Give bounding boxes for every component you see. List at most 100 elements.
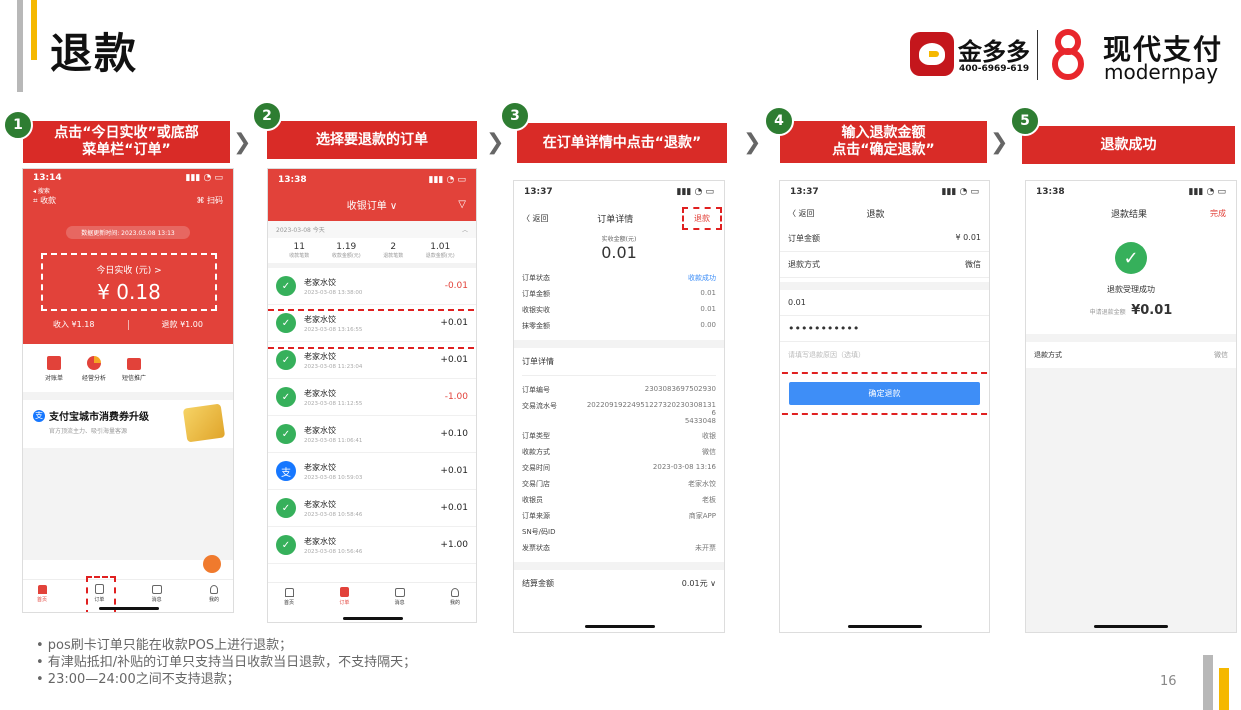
- detail-value: 0.01: [700, 305, 716, 313]
- paid-amount-label: 实收金额(元): [601, 236, 637, 243]
- detail-key: 订单金额: [522, 290, 550, 298]
- detail-row: 收款方式 微信: [522, 444, 716, 460]
- tab-label: 首页: [284, 599, 295, 606]
- refund-button[interactable]: 退款: [682, 207, 722, 230]
- detail-row: 订单编号 2303083697502930: [522, 382, 716, 398]
- note-item: • 23:00—24:00之间不支持退款；: [36, 672, 240, 687]
- statement-shortcut[interactable]: 对账单: [41, 356, 67, 382]
- detail-key: SN号/码ID: [522, 528, 556, 536]
- order-row[interactable]: ✓ 老家水饺 2023-03-08 10:58:46 +0.01: [268, 490, 476, 527]
- tab-messages[interactable]: 消息: [394, 587, 405, 606]
- detail-row: 订单金额 0.01: [522, 286, 716, 302]
- today-income-label: 今日实收 (元) >: [96, 266, 162, 276]
- order-time: 2023-03-08 10:56:46: [304, 548, 363, 555]
- note-item: • pos刷卡订单只能在收款POS上进行退款；: [36, 638, 293, 653]
- wechat-icon: ✓: [276, 535, 296, 555]
- coupon-image: [182, 403, 226, 443]
- refund-info: 订单金额 ¥ 0.01 退款方式 微信: [780, 226, 989, 278]
- detail-row: 交易门店 老家水饺: [522, 476, 716, 492]
- today-income-card[interactable]: 今日实收 (元) > ¥ 0.18: [41, 253, 217, 311]
- order-type-dropdown[interactable]: 收银订单 ∨: [347, 197, 398, 212]
- detail-value: 0.01: [700, 289, 716, 297]
- accent-bar-grey: [17, 0, 23, 92]
- settle-label: 结算金额: [522, 579, 554, 588]
- detail-row: 交易时间 2023-03-08 13:16: [522, 460, 716, 476]
- bottom-tab-bar: 首页 订单 消息 我的: [268, 582, 476, 606]
- status-icons: ▮▮▮ ◔ ▭: [1188, 187, 1226, 197]
- alipay-icon: 支: [276, 461, 296, 481]
- bottom-tab-bar: 首页 订单 消息 我的: [23, 576, 233, 612]
- note-item: • 有津贴抵扣/补贴的订单只支持当日收款当日退款，不支持隔天；: [36, 655, 417, 670]
- shortcut-label: 短信推广: [121, 374, 146, 382]
- status-icons: ▮▮▮ ◔ ▭: [428, 175, 466, 185]
- stat-value: 1.01: [430, 242, 451, 252]
- back-button[interactable]: 〈 返回: [522, 213, 549, 224]
- promo-banner[interactable]: 支 支付宝城市消费券升级 官方顶流主力、吸引海量客源: [23, 400, 233, 448]
- order-time: 2023-03-08 11:23:04: [304, 363, 363, 370]
- order-info: 老家水饺 2023-03-08 13:38:00: [304, 277, 445, 296]
- detail-row: 发票状态 未开票: [522, 540, 716, 556]
- statement-icon: [47, 356, 61, 370]
- status-time: 13:37: [790, 187, 819, 197]
- order-summary: 订单状态 收款成功 订单金额 0.01 收银实收 0.01 抹零金额 0.00: [514, 262, 724, 334]
- step-number: 1: [3, 110, 33, 140]
- tab-home[interactable]: 首页: [37, 584, 47, 603]
- order-name: 老家水饺: [304, 351, 336, 361]
- home-icon: [284, 587, 294, 597]
- order-name: 老家水饺: [304, 277, 336, 287]
- scan-button[interactable]: ⌘ 扫码: [196, 195, 223, 206]
- refund-reason-input[interactable]: 请填写退款原因（选填）: [780, 342, 989, 368]
- info-key: 退款方式: [788, 260, 820, 269]
- tab-messages[interactable]: 消息: [151, 584, 162, 603]
- stat-value: 1.19: [336, 242, 357, 252]
- refund-amount-input[interactable]: 0.01: [780, 290, 989, 316]
- detail-value: 收款成功: [688, 274, 716, 282]
- apply-amount-label: 申请退款金额: [1089, 309, 1126, 316]
- status-time: 13:14: [33, 173, 62, 183]
- tab-profile[interactable]: 我的: [209, 584, 219, 603]
- detail-key: 收银员: [522, 496, 543, 504]
- back-search-link[interactable]: ◂ 搜索: [33, 186, 50, 195]
- wechat-icon: ✓: [276, 276, 296, 296]
- order-row[interactable]: ✓ 老家水饺 2023-03-08 11:06:41 +0.10: [268, 416, 476, 453]
- order-row[interactable]: ✓ 老家水饺 2023-03-08 13:38:00 -0.01: [268, 268, 476, 305]
- tab-orders[interactable]: 订单: [86, 576, 117, 612]
- tab-profile[interactable]: 我的: [450, 587, 460, 606]
- order-row[interactable]: 支老家水饺 2023-03-08 10:59:03 +0.01: [268, 453, 476, 490]
- detail-row: SN号/码ID: [522, 524, 716, 540]
- confirm-refund-button[interactable]: 确定退款: [789, 382, 980, 405]
- stat-label: 退款金额(元): [425, 253, 455, 259]
- order-row[interactable]: ✓ 老家水饺 2023-03-08 11:12:55 -1.00: [268, 379, 476, 416]
- tab-home[interactable]: 首页: [284, 587, 295, 606]
- result-title: 退款结果: [1111, 210, 1148, 220]
- done-button[interactable]: 完成: [1210, 208, 1226, 219]
- order-time: 2023-03-08 10:59:03: [304, 474, 363, 481]
- analysis-shortcut[interactable]: 经营分析: [81, 356, 107, 382]
- order-amount: +0.01: [440, 355, 468, 365]
- detail-value: 20220919224951227320230308131 6 5433048: [586, 401, 716, 425]
- jinduoduo-phone: 400-6969-619: [959, 64, 1030, 74]
- detail-key: 收银实收: [522, 306, 550, 314]
- modernpay-en: modernpay: [1104, 60, 1219, 84]
- step-label: 点击“今日实收”或底部 菜单栏“订单”: [23, 121, 230, 163]
- paid-amount-value: 0.01: [601, 243, 637, 262]
- home-indicator: [848, 625, 922, 628]
- selected-order-highlight: [268, 309, 476, 349]
- refund-info-row: 订单金额 ¥ 0.01: [780, 226, 989, 252]
- chat-float-button[interactable]: [203, 555, 221, 573]
- filter-icon[interactable]: ▽: [458, 199, 466, 210]
- password-input[interactable]: •••••••••••: [780, 316, 989, 342]
- settle-value[interactable]: 0.01元 ∨: [682, 578, 716, 589]
- order-row[interactable]: ✓ 老家水饺 2023-03-08 10:56:46 +1.00: [268, 527, 476, 564]
- detail-value: 2303083697502930: [644, 385, 716, 393]
- back-button[interactable]: 〈 返回: [788, 208, 815, 219]
- page-title: 退款: [50, 29, 139, 78]
- tab-label: 消息: [151, 596, 162, 603]
- order-name: 老家水饺: [304, 388, 336, 398]
- collect-button[interactable]: ⌗ 收款: [33, 195, 56, 206]
- next-arrow-icon: ❯: [233, 130, 252, 155]
- tab-orders[interactable]: 订单: [339, 587, 349, 606]
- collapse-icon[interactable]: ︿: [462, 225, 468, 234]
- sms-shortcut[interactable]: 短信推广: [121, 357, 147, 382]
- phone-refund-result: 13:38 ▮▮▮ ◔ ▭ 退款结果 完成 ✓ 退款受理成功 申请退款金额 ¥0.…: [1025, 180, 1237, 633]
